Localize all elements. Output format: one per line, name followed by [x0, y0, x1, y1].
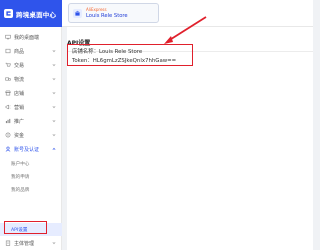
sidebar-item-label: 账号及认证 — [14, 146, 40, 153]
megaphone-icon — [5, 104, 11, 110]
brand-logo-area[interactable]: 跨境桌面中心 — [0, 0, 62, 27]
chevron-down-icon — [51, 49, 56, 54]
store-name: Louis Rele Store — [86, 13, 128, 19]
api-info-box: 店铺名称：Louis Rele Store Token：HL6gmLzZSJke… — [67, 44, 193, 66]
building-icon — [5, 240, 11, 246]
chevron-down-icon — [51, 241, 56, 246]
annotation-highlight-box — [4, 221, 47, 234]
sidebar-item-trade[interactable]: 交易 — [0, 58, 62, 72]
sidebar-subitem-label: 账户中心 — [11, 161, 30, 167]
sidebar-subitem-my-applications[interactable]: 我的申请 — [0, 170, 62, 183]
sidebar-item-shop[interactable]: 店铺 — [0, 86, 62, 100]
sidebar-item-label: 我的桌面端 — [14, 34, 40, 41]
box-icon — [5, 48, 11, 54]
store-icon — [73, 8, 82, 18]
chevron-down-icon — [51, 133, 56, 138]
sidebar-subitem-account-center[interactable]: 账户中心 — [0, 157, 62, 170]
app-logo-icon — [4, 9, 13, 18]
store-tab[interactable]: AliExpress Louis Rele Store — [68, 3, 159, 23]
chart-icon — [5, 118, 11, 124]
sidebar-subitem-label: 我的申请 — [11, 174, 30, 180]
chevron-down-icon — [51, 119, 56, 124]
user-icon — [5, 146, 11, 152]
chevron-down-icon — [51, 91, 56, 96]
sidebar: 我的桌面端 商品 交易 物流 店铺 营销 推广 资金 账号及认证 账户中心 我的… — [0, 27, 62, 250]
sidebar-item-label: 交易 — [14, 62, 25, 69]
sidebar-item-label: 物流 — [14, 76, 25, 83]
wallet-icon — [5, 132, 11, 138]
sidebar-item-label: 资金 — [14, 132, 25, 139]
sidebar-item-label: 推广 — [14, 118, 25, 125]
chevron-up-icon — [51, 147, 56, 152]
main-panel: API设置 店铺名称：Louis Rele Store Token：HL6gmL… — [67, 27, 313, 250]
token-line[interactable]: Token：HL6gmLzZSJkeQnlx7hhGaw== — [72, 56, 176, 64]
sidebar-item-funds[interactable]: 资金 — [0, 128, 62, 142]
sidebar-subitem-my-brands[interactable]: 我的品牌 — [0, 183, 62, 196]
store-name-line: 店铺名称：Louis Rele Store — [72, 49, 143, 55]
sidebar-item-label: 主体管理 — [14, 240, 35, 247]
app-name: 跨境桌面中心 — [16, 10, 57, 19]
truck-icon — [5, 76, 11, 82]
sidebar-item-products[interactable]: 商品 — [0, 44, 62, 58]
chevron-down-icon — [51, 63, 56, 68]
sidebar-item-label: 营销 — [14, 104, 25, 111]
sidebar-item-account[interactable]: 账号及认证 — [0, 142, 62, 156]
chevron-down-icon — [51, 105, 56, 110]
sidebar-item-entity[interactable]: 主体管理 — [0, 236, 62, 250]
cart-icon — [5, 62, 11, 68]
sidebar-item-marketing[interactable]: 营销 — [0, 100, 62, 114]
sidebar-item-logistics[interactable]: 物流 — [0, 72, 62, 86]
shop-icon — [5, 90, 11, 96]
top-bar: 跨境桌面中心 AliExpress Louis Rele Store — [0, 0, 313, 27]
desktop-icon — [5, 34, 11, 40]
chevron-down-icon — [51, 77, 56, 82]
sidebar-item-label: 店铺 — [14, 90, 25, 97]
sidebar-item-promotion[interactable]: 推广 — [0, 114, 62, 128]
sidebar-item-desktop[interactable]: 我的桌面端 — [0, 30, 62, 44]
sidebar-item-label: 商品 — [14, 48, 25, 55]
sidebar-subitem-label: 我的品牌 — [11, 187, 30, 193]
